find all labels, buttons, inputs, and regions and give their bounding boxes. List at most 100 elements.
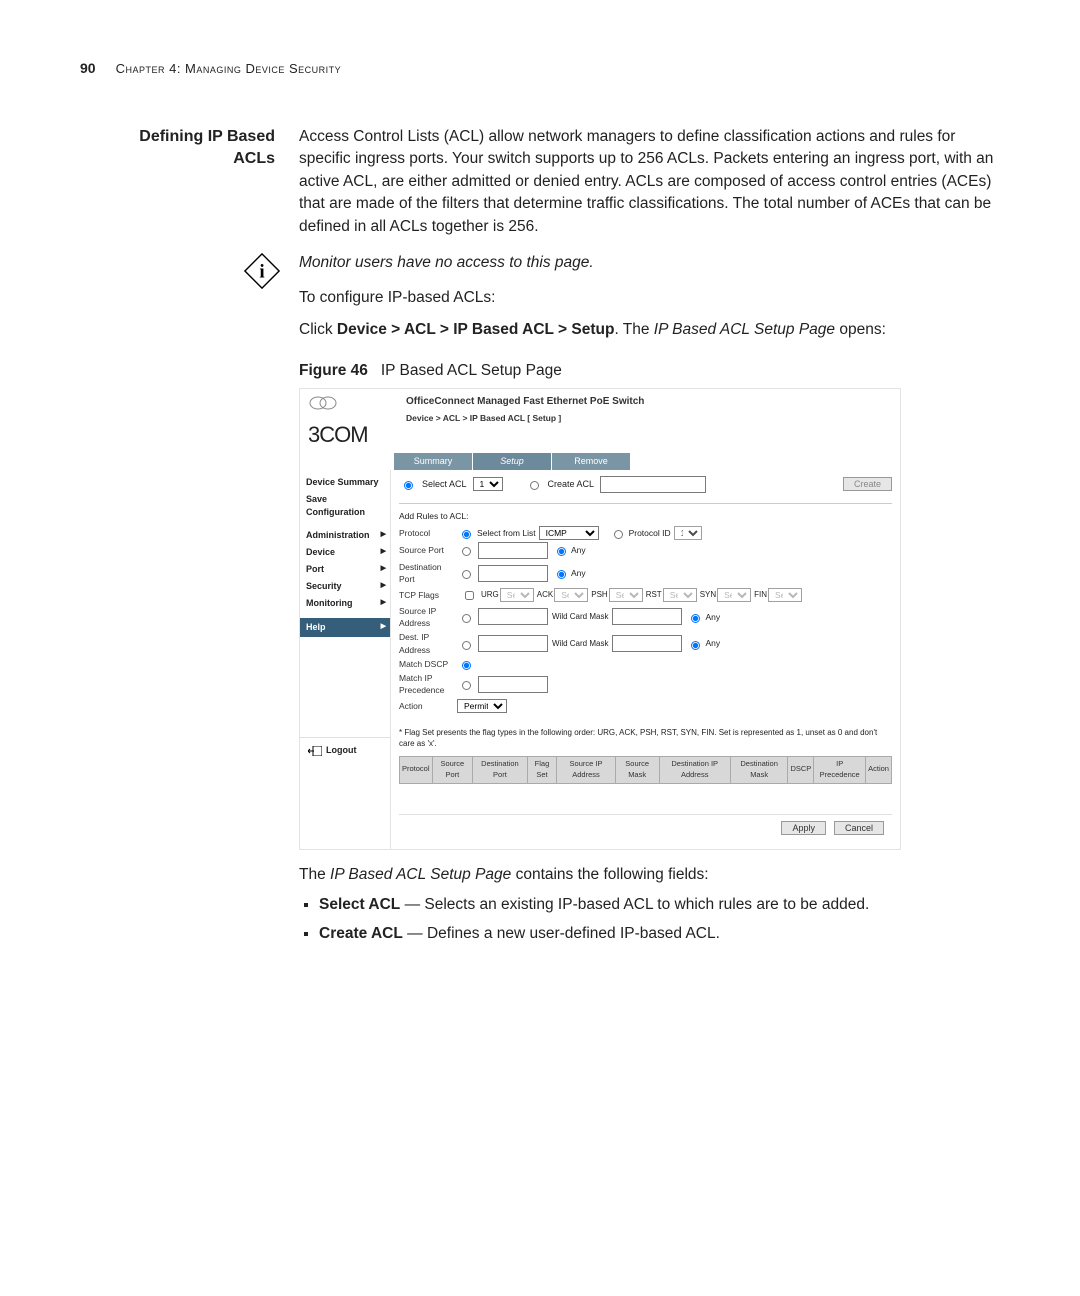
dst-ip-any-radio[interactable] [691,641,700,650]
ip-prec-input[interactable] [478,676,548,693]
logo: 3COM [300,389,402,452]
flag-urg-select[interactable]: Set [500,588,534,602]
flag-ack-select[interactable]: Set [554,588,588,602]
heading-line1: Defining IP Based [80,126,275,148]
nav-security[interactable]: Security▶ [300,578,390,595]
match-dscp-radio[interactable] [462,661,471,670]
table-header: IP Precedence [814,756,866,783]
src-ip-label: Source IP Address [399,605,457,630]
create-acl-input[interactable] [600,476,706,493]
flag-footnote: * Flag Set presents the flag types in th… [399,727,892,750]
create-acl-label: Create ACL [548,478,595,491]
embedded-screenshot: 3COM OfficeConnect Managed Fast Ethernet… [299,388,901,849]
nav-port[interactable]: Port▶ [300,561,390,578]
action-select[interactable]: Permit [457,699,507,713]
chevron-right-icon: ▶ [381,622,386,632]
tcp-flag-syn: SYNSet [700,588,751,602]
nav-administration[interactable]: Administration▶ [300,527,390,544]
table-header: Source IP Address [557,756,615,783]
dst-port-input[interactable] [478,565,548,582]
src-port-radio[interactable] [462,547,471,556]
field-item: Select ACL — Selects an existing IP-base… [319,894,1000,916]
table-header: Destination Port [473,756,527,783]
chevron-right-icon: ▶ [381,581,386,591]
wildcard-label: Wild Card Mask [552,611,608,623]
dst-ip-radio[interactable] [462,641,471,650]
nav-device-summary[interactable]: Device Summary [300,474,390,491]
product-title: OfficeConnect Managed Fast Ethernet PoE … [406,395,896,410]
select-acl-radio[interactable] [404,481,413,490]
flag-fin-select[interactable]: Set [768,588,802,602]
protocol-id-select[interactable]: 1 [674,526,702,540]
src-port-any-radio[interactable] [557,547,566,556]
heading-line2: ACLs [80,148,275,170]
match-dscp-label: Match DSCP [399,658,457,670]
add-rules-label: Add Rules to ACL: [399,510,892,522]
tcp-flag-rst: RSTSet [646,588,697,602]
flag-rst-select[interactable]: Set [663,588,697,602]
proto-list-radio[interactable] [462,530,471,539]
protocol-id-label: Protocol ID [629,527,671,539]
select-from-list-label: Select from List [477,527,536,539]
section-heading: Defining IP Based ACLs [80,126,275,951]
dest-port-label: Destination Port [399,561,457,586]
sidebar: Device Summary Save Configuration Admini… [300,470,391,849]
apply-button[interactable]: Apply [781,821,826,835]
src-port-input[interactable] [478,542,548,559]
match-ip-prec-radio[interactable] [462,681,471,690]
cancel-button[interactable]: Cancel [834,821,884,835]
figure-caption: Figure 46 IP Based ACL Setup Page [299,360,1000,382]
src-mask-input[interactable] [612,608,682,625]
field-item: Create ACL — Defines a new user-defined … [319,923,1000,945]
acl-select[interactable]: 1 [473,477,503,491]
table-header: Destination IP Address [659,756,730,783]
dst-ip-input[interactable] [478,635,548,652]
dst-ip-label: Dest. IP Address [399,631,457,656]
wildcard-label: Wild Card Mask [552,638,608,650]
any-label: Any [705,637,720,649]
chevron-right-icon: ▶ [381,530,386,540]
table-header: Flag Set [527,756,557,783]
create-button[interactable]: Create [843,477,892,491]
configure-line: To configure IP-based ACLs: [299,287,594,309]
src-ip-radio[interactable] [462,614,471,623]
any-label: Any [571,567,586,579]
chevron-right-icon: ▶ [381,547,386,557]
svg-text:i: i [259,262,264,283]
tcp-flags-check[interactable] [465,591,474,600]
dst-port-any-radio[interactable] [557,570,566,579]
nav-device[interactable]: Device▶ [300,544,390,561]
src-ip-input[interactable] [478,608,548,625]
nav-help[interactable]: Help▶ [300,618,390,637]
logout-icon [308,746,322,756]
chevron-right-icon: ▶ [381,564,386,574]
logout-link[interactable]: Logout [300,737,390,763]
intro-paragraph: Access Control Lists (ACL) allow network… [299,126,1000,238]
tab-summary[interactable]: Summary [394,453,473,470]
rules-table: ProtocolSource PortDestination PortFlag … [399,756,892,784]
any-label: Any [705,611,720,623]
tab-setup[interactable]: Setup [473,453,552,470]
breadcrumb: Device > ACL > IP Based ACL [ Setup ] [406,412,896,424]
monitor-note: Monitor users have no access to this pag… [299,252,594,274]
src-ip-any-radio[interactable] [691,614,700,623]
flag-syn-select[interactable]: Set [717,588,751,602]
protocol-label: Protocol [399,527,457,539]
fields-intro: The IP Based ACL Setup Page contains the… [299,864,1000,886]
tab-remove[interactable]: Remove [552,453,631,470]
table-header: Destination Mask [730,756,788,783]
proto-id-radio[interactable] [614,530,623,539]
source-port-label: Source Port [399,544,457,556]
nav-save-config[interactable]: Save Configuration [300,491,390,521]
tcp-flag-urg: URGSet [481,588,534,602]
create-acl-radio[interactable] [530,481,539,490]
chevron-right-icon: ▶ [381,598,386,608]
protocol-select[interactable]: ICMP [539,526,599,540]
flag-psh-select[interactable]: Set [609,588,643,602]
dst-mask-input[interactable] [612,635,682,652]
action-label: Action [399,700,457,712]
nav-monitoring[interactable]: Monitoring▶ [300,595,390,612]
logo-text: 3COM [308,419,398,451]
table-header: DSCP [788,756,814,783]
dst-port-radio[interactable] [462,570,471,579]
